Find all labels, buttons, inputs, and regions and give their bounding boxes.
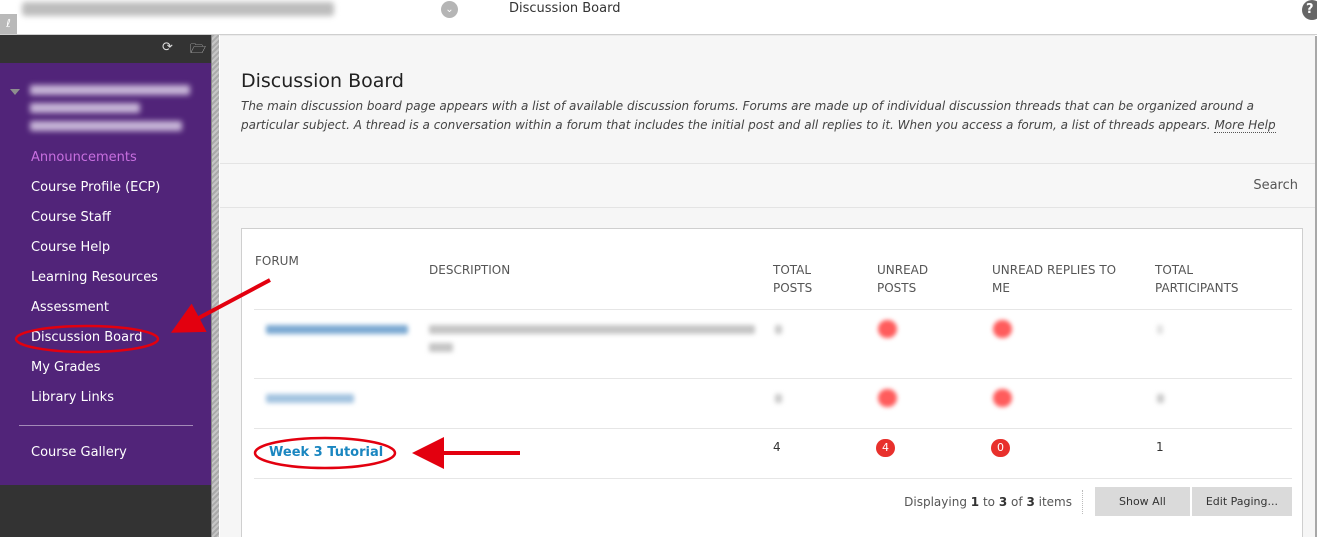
forum-table: FORUM DESCRIPTION TOTAL POSTS UNREAD POS… xyxy=(241,228,1303,537)
collapse-triangle-icon[interactable] xyxy=(10,89,20,95)
column-header-total-posts[interactable]: TOTAL POSTS xyxy=(773,261,833,297)
unread-posts-badge[interactable] xyxy=(878,320,897,338)
breadcrumb-current: Discussion Board xyxy=(509,1,621,16)
unread-posts-badge[interactable] xyxy=(878,389,897,407)
course-menu: Announcements Course Profile (ECP) Cours… xyxy=(0,63,211,485)
sidebar-item-course-help[interactable]: Course Help xyxy=(31,240,110,255)
course-menu-sidebar: ⟳ 🗁 Announcements Course Profile (ECP) C… xyxy=(0,35,219,537)
more-help-link[interactable]: More Help xyxy=(1214,118,1276,133)
sidebar-item-assessment[interactable]: Assessment xyxy=(31,300,109,315)
chevron-down-icon[interactable]: ⌄ xyxy=(441,1,458,18)
main-content: Discussion Board The main discussion boa… xyxy=(220,35,1317,537)
forum-link-blurred[interactable] xyxy=(266,394,354,403)
column-header-description[interactable]: DESCRIPTION xyxy=(429,261,510,279)
unread-replies-badge[interactable] xyxy=(993,320,1012,338)
course-name-blurred[interactable] xyxy=(22,2,334,16)
total-posts-value: 4 xyxy=(773,440,781,454)
sidebar-item-course-profile[interactable]: Course Profile (ECP) xyxy=(31,180,160,195)
page-title: Discussion Board xyxy=(241,70,404,92)
show-all-button[interactable]: Show All xyxy=(1095,487,1190,516)
sidebar-item-library-links[interactable]: Library Links xyxy=(31,390,114,405)
unread-posts-badge[interactable]: 4 xyxy=(876,439,895,457)
column-header-unread-posts[interactable]: UNREAD POSTS xyxy=(877,261,947,297)
sidebar-item-learning-resources[interactable]: Learning Resources xyxy=(31,270,158,285)
top-bar: ℓ ⌄ Discussion Board ? xyxy=(0,0,1317,35)
sidebar-item-announcements[interactable]: Announcements xyxy=(31,150,137,165)
refresh-icon[interactable]: ⟳ xyxy=(162,40,173,55)
unread-replies-badge[interactable] xyxy=(993,389,1012,407)
sidebar-item-course-staff[interactable]: Course Staff xyxy=(31,210,111,225)
page-description-text: The main discussion board page appears w… xyxy=(241,99,1254,132)
sidebar-divider xyxy=(19,425,193,426)
sidebar-item-discussion-board[interactable]: Discussion Board xyxy=(31,330,142,345)
sidebar-item-course-gallery[interactable]: Course Gallery xyxy=(31,445,127,460)
paging-status: Displaying 1 to 3 of 3 items xyxy=(904,489,1083,514)
column-header-total-participants[interactable]: TOTAL PARTICIPANTS xyxy=(1155,261,1255,297)
sidebar-item-my-grades[interactable]: My Grades xyxy=(31,360,100,375)
sidebar-resize-handle[interactable] xyxy=(211,35,219,537)
sidebar-toolbar: ⟳ 🗁 xyxy=(0,35,219,63)
search-button[interactable]: Search xyxy=(1253,178,1298,193)
forum-link-blurred[interactable] xyxy=(266,325,408,334)
help-icon[interactable]: ? xyxy=(1302,0,1317,20)
column-header-forum[interactable]: FORUM xyxy=(255,252,299,270)
forum-link-week-3-tutorial[interactable]: Week 3 Tutorial xyxy=(269,445,383,460)
description-blurred xyxy=(429,325,755,334)
action-bar: Search xyxy=(220,163,1315,208)
column-header-unread-replies[interactable]: UNREAD REPLIES TO ME xyxy=(992,261,1127,297)
edit-paging-button[interactable]: Edit Paging... xyxy=(1191,487,1292,516)
participants-value: 1 xyxy=(1156,440,1164,454)
link-pin-icon[interactable]: ℓ xyxy=(0,14,17,34)
page-description: The main discussion board page appears w… xyxy=(241,97,1306,135)
paging-controls: Displaying 1 to 3 of 3 items Show All Ed… xyxy=(904,487,1292,516)
unread-replies-badge[interactable]: 0 xyxy=(991,439,1010,457)
folder-icon[interactable]: 🗁 xyxy=(190,40,206,62)
